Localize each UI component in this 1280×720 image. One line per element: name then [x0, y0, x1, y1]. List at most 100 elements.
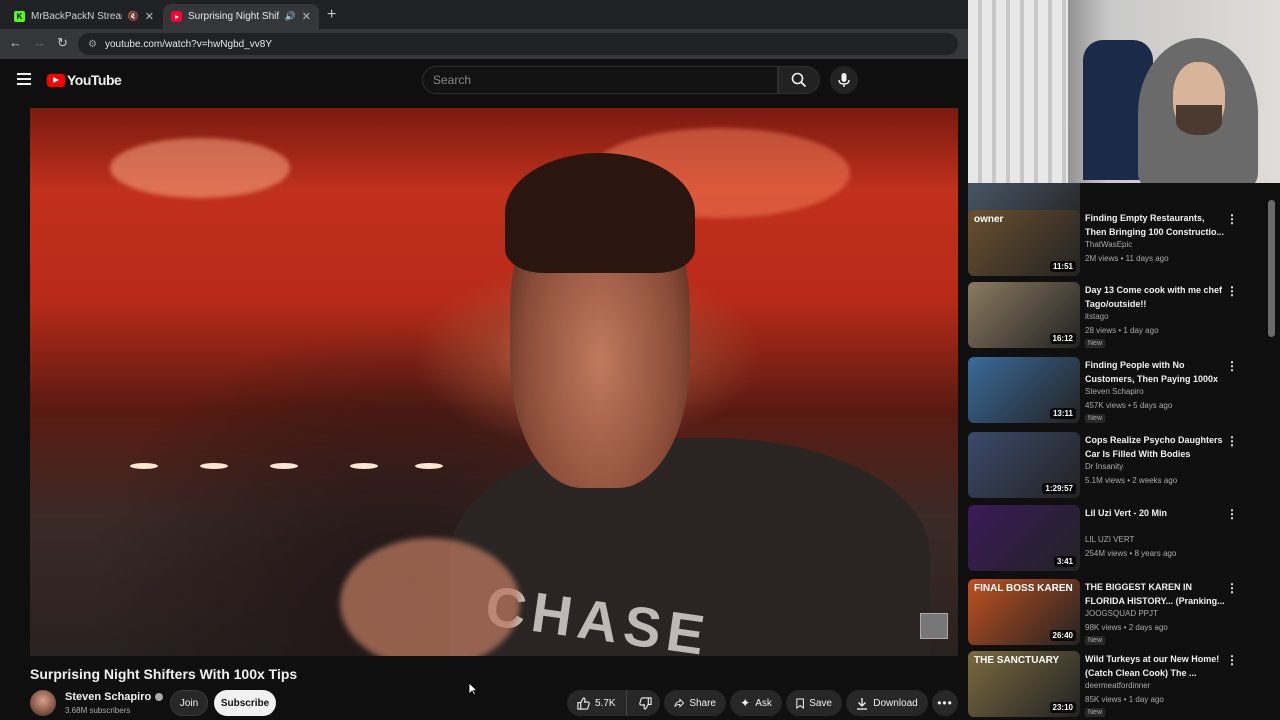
menu-icon[interactable]	[17, 73, 31, 85]
person-hair	[505, 153, 695, 273]
recommended-video-meta: 457K views • 5 days ago	[1085, 401, 1173, 410]
recommended-video-title[interactable]: Finding Empty Restaurants, Then Bringing…	[1085, 211, 1225, 239]
video-player[interactable]: CHASE	[30, 108, 958, 656]
muted-speaker-icon[interactable]: 🔇	[128, 11, 139, 22]
recommended-video[interactable]: THE SANCTUARY 23:10 Wild Turkeys at our Ne…	[968, 651, 1268, 720]
like-count: 5.7K	[595, 697, 616, 709]
recommended-video-channel[interactable]: deermeatfordinner	[1085, 681, 1150, 690]
recommended-video-title[interactable]: Day 13 Come cook with me chef Tago/outsi…	[1085, 283, 1225, 311]
site-info-icon[interactable]: ⚙	[88, 39, 97, 50]
recommended-video[interactable]: owner 11:51 Finding Empty Restaurants, The…	[968, 210, 1268, 280]
recommended-video-channel[interactable]: ThatWasEpic	[1085, 240, 1132, 249]
microphone-icon	[838, 73, 850, 87]
recommended-video-title[interactable]: THE BIGGEST KAREN IN FLORIDA HISTORY... …	[1085, 580, 1225, 608]
subscriber-count: 3.68M subscribers	[65, 706, 131, 715]
video-thumbnail[interactable]: owner 11:51	[968, 210, 1080, 276]
thumbnail-text: FINAL BOSS KAREN	[974, 583, 1073, 594]
thumbs-down-icon	[639, 696, 652, 710]
search-button[interactable]	[778, 66, 820, 94]
channel-watermark[interactable]	[920, 613, 948, 639]
recommended-video-meta: 5.1M views • 2 weeks ago	[1085, 476, 1178, 485]
recommended-video-title[interactable]: Cops Realize Psycho Daughters Car Is Fil…	[1085, 433, 1225, 461]
browser-tab-kick[interactable]: K MrBackPackN Stream - Wa 🔇 ✕	[6, 4, 162, 29]
dislike-button[interactable]	[632, 690, 660, 716]
verified-icon	[155, 693, 164, 702]
download-button[interactable]: Download	[846, 690, 928, 716]
close-tab-icon[interactable]: ✕	[145, 10, 154, 23]
youtube-logo[interactable]: YouTube	[47, 72, 122, 88]
recommendations-sidebar: 59:4850K views • 9 months agoowner11:51F…	[968, 183, 1280, 720]
more-vertical-icon[interactable]: ⋮	[1226, 507, 1238, 521]
subscribe-button[interactable]: Subscribe	[214, 690, 276, 716]
recommended-video-title[interactable]: Lil Uzi Vert - 20 Min	[1085, 506, 1225, 520]
recommended-video-meta: 28 views • 1 day ago	[1085, 326, 1159, 335]
thumbnail-text: owner	[974, 214, 1004, 225]
recommended-video[interactable]: 3:41 Lil Uzi Vert - 20 Min LIL UZI VERT ⋮ 25…	[968, 505, 1268, 575]
more-vertical-icon[interactable]: ⋮	[1226, 434, 1238, 448]
browser-tab-youtube[interactable]: Surprising Night Shifters W 🔊 ✕	[163, 4, 319, 29]
recommended-video-channel[interactable]: JOOGSQUAD PPJT	[1085, 609, 1158, 618]
video-duration: 13:11	[1049, 408, 1076, 419]
video-thumbnail[interactable]: FINAL BOSS KAREN 26:40	[968, 579, 1080, 645]
recommended-video[interactable]: FINAL BOSS KAREN 26:40 THE BIGGEST KAREN I…	[968, 579, 1268, 649]
forward-arrow-icon[interactable]: →	[33, 35, 46, 50]
more-vertical-icon[interactable]: ⋮	[1226, 359, 1238, 373]
new-badge: New	[1085, 414, 1106, 423]
back-arrow-icon[interactable]: ←	[9, 35, 22, 50]
video-duration: 3:41	[1053, 556, 1076, 567]
address-bar[interactable]: ⚙ youtube.com/watch?v=hwNgbd_vv8Y	[78, 33, 958, 55]
youtube-header: YouTube Search	[0, 59, 968, 104]
more-actions-button[interactable]: •••	[932, 690, 958, 716]
more-vertical-icon[interactable]: ⋮	[1226, 581, 1238, 595]
new-badge: New	[1085, 339, 1106, 348]
video-thumbnail[interactable]: 16:12	[968, 282, 1080, 348]
thumbnail-text: THE SANCTUARY	[974, 655, 1060, 666]
close-tab-icon[interactable]: ✕	[302, 10, 311, 23]
more-vertical-icon[interactable]: ⋮	[1226, 653, 1238, 667]
channel-name-text[interactable]: Steven Schapiro	[65, 691, 151, 703]
recommended-video-channel[interactable]: LIL UZI VERT	[1085, 535, 1134, 544]
channel-name[interactable]: Steven Schapiro	[65, 691, 164, 703]
recommended-video-meta: 98K views • 2 days ago	[1085, 623, 1168, 632]
recommended-video-channel[interactable]: Dr Insanity	[1085, 462, 1123, 471]
ask-label: Ask	[755, 697, 772, 709]
search-input[interactable]: Search	[422, 66, 778, 94]
save-label: Save	[809, 697, 832, 709]
diner-lamp	[350, 463, 378, 469]
video-thumbnail[interactable]: 13:11	[968, 357, 1080, 423]
ask-button[interactable]: ✦ Ask	[730, 690, 782, 716]
like-button[interactable]: 5.7K	[567, 690, 627, 716]
kick-favicon-icon: K	[14, 11, 25, 22]
more-vertical-icon[interactable]: ⋮	[1226, 212, 1238, 226]
youtube-logo-icon	[47, 73, 65, 87]
recommended-video[interactable]: 13:11 Finding People with No Customers, T…	[968, 357, 1268, 427]
ceiling-glow	[110, 138, 290, 198]
video-thumbnail[interactable]: 3:41	[968, 505, 1080, 571]
video-thumbnail[interactable]: THE SANCTUARY 23:10	[968, 651, 1080, 717]
recommended-video[interactable]: 1:29:57 Cops Realize Psycho Daughters Car…	[968, 432, 1268, 502]
video-thumbnail[interactable]: 1:29:57	[968, 432, 1080, 498]
recommended-video-channel[interactable]: Steven Schapiro	[1085, 387, 1144, 396]
person-hands	[340, 538, 520, 656]
video-duration: 23:10	[1049, 702, 1076, 713]
recommended-video-meta: 254M views • 8 years ago	[1085, 549, 1177, 558]
recommended-video-channel[interactable]: itstago	[1085, 312, 1109, 321]
new-tab-button[interactable]: +	[327, 6, 336, 24]
video-duration: 16:12	[1049, 333, 1076, 344]
reload-icon[interactable]: ↻	[57, 35, 68, 51]
save-button[interactable]: Save	[786, 690, 842, 716]
recommended-video[interactable]: 16:12 Day 13 Come cook with me chef Tago/…	[968, 282, 1268, 352]
more-vertical-icon[interactable]: ⋮	[1226, 284, 1238, 298]
channel-avatar[interactable]	[30, 690, 56, 716]
tab-title: MrBackPackN Stream - Wa	[31, 11, 122, 22]
recommended-video-title[interactable]: Finding People with No Customers, Then P…	[1085, 358, 1225, 386]
recommended-video-title[interactable]: Wild Turkeys at our New Home! (Catch Cle…	[1085, 652, 1225, 680]
diner-lamp	[200, 463, 228, 469]
share-button[interactable]: Share	[664, 690, 726, 716]
url-text: youtube.com/watch?v=hwNgbd_vv8Y	[104, 38, 273, 50]
share-icon	[674, 698, 685, 708]
join-button[interactable]: Join	[170, 690, 208, 716]
sidebar-scrollbar[interactable]	[1268, 200, 1275, 337]
voice-search-button[interactable]	[830, 66, 858, 94]
speaker-icon[interactable]: 🔊	[285, 11, 296, 22]
